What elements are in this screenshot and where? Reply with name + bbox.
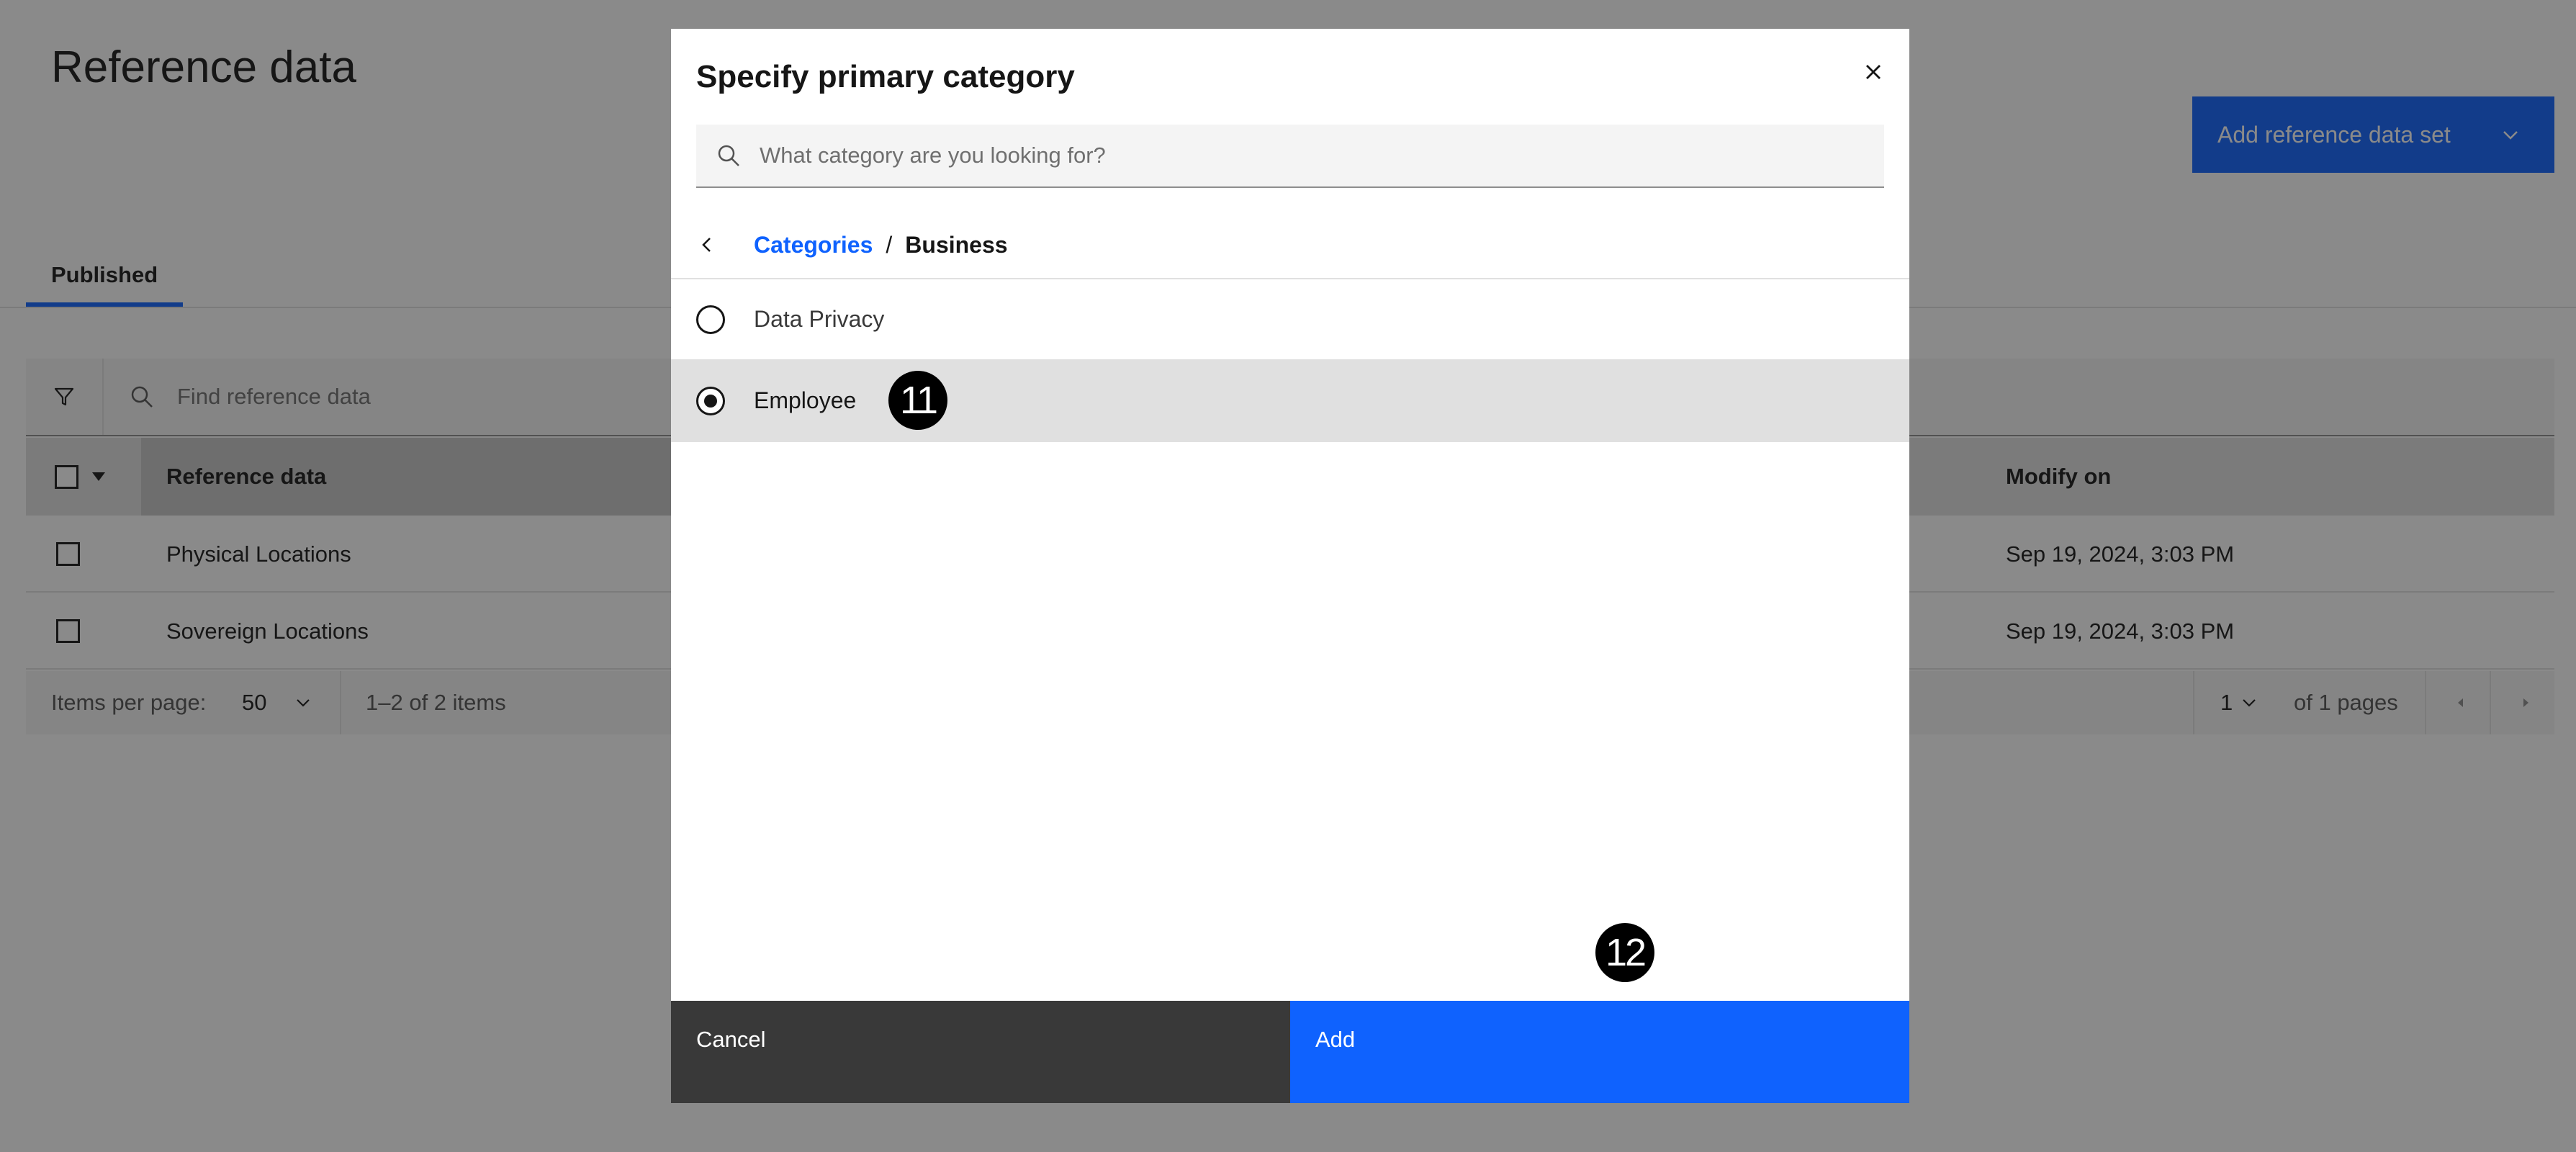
category-option-employee[interactable]: Employee [671, 361, 1909, 442]
radio-button-selected[interactable] [696, 387, 725, 415]
step-marker: 12 [1595, 923, 1654, 982]
search-icon [718, 145, 739, 166]
category-search-input[interactable]: What category are you looking for? [696, 125, 1884, 188]
back-button[interactable] [696, 223, 739, 266]
step-marker: 11 [888, 371, 947, 430]
breadcrumb-current: Business [905, 231, 1008, 258]
close-button[interactable] [1852, 50, 1895, 94]
breadcrumb-categories-link[interactable]: Categories [754, 232, 873, 258]
radio-button[interactable] [696, 305, 725, 334]
close-icon [1866, 65, 1881, 79]
category-search-placeholder: What category are you looking for? [760, 143, 1106, 168]
modal-title: Specify primary category [696, 59, 1075, 94]
category-option-label: Data Privacy [754, 306, 885, 332]
cancel-button[interactable]: Cancel [671, 1001, 1290, 1103]
category-option-label: Employee [754, 387, 857, 413]
breadcrumb: Categories / Business [696, 223, 1008, 266]
chevron-left-icon [702, 238, 711, 252]
modal-footer: Cancel Add [671, 1001, 1909, 1103]
add-button[interactable]: Add [1290, 1001, 1909, 1103]
specify-primary-category-modal: Specify primary category What category a… [671, 29, 1909, 1103]
category-option-data-privacy[interactable]: Data Privacy [671, 279, 1909, 361]
breadcrumb-separator: / [886, 231, 893, 258]
